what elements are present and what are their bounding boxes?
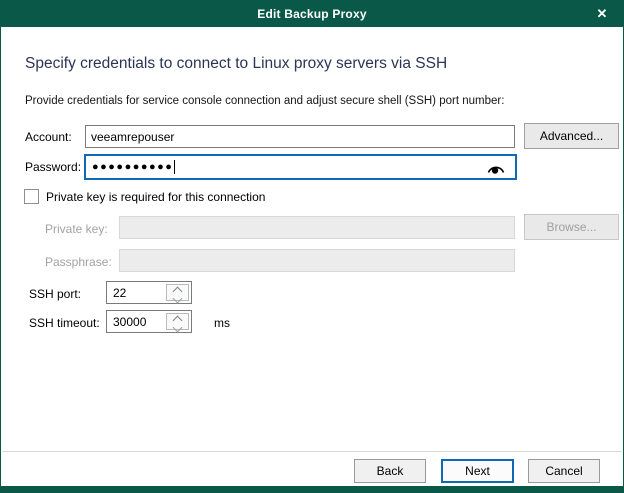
ssh-timeout-spinner	[166, 313, 189, 330]
ssh-timeout-spin-down-button[interactable]	[167, 324, 188, 334]
browse-button: Browse...	[524, 214, 619, 240]
private-key-label: Private key:	[45, 222, 108, 236]
chevron-down-icon	[173, 294, 183, 304]
ssh-port-spin-down-button[interactable]	[167, 295, 188, 305]
ssh-port-spinner	[166, 284, 189, 301]
close-icon: ✕	[597, 6, 608, 22]
ssh-timeout-label: SSH timeout:	[29, 316, 100, 330]
advanced-button[interactable]: Advanced...	[524, 123, 619, 149]
next-button[interactable]: Next	[441, 459, 514, 483]
titlebar: Edit Backup Proxy ✕	[1, 1, 623, 27]
instruction-text: Provide credentials for service console …	[25, 95, 504, 107]
cancel-button[interactable]: Cancel	[528, 459, 600, 483]
window-title: Edit Backup Proxy	[257, 7, 366, 21]
text-caret	[174, 160, 175, 174]
ssh-port-label: SSH port:	[29, 287, 81, 301]
private-key-checkbox[interactable]	[24, 189, 39, 204]
edit-backup-proxy-dialog: Edit Backup Proxy ✕ Specify credentials …	[0, 0, 624, 493]
chevron-down-icon	[173, 323, 183, 333]
ssh-timeout-value: 30000	[113, 315, 146, 329]
back-button[interactable]: Back	[354, 459, 426, 483]
account-label: Account:	[25, 130, 72, 144]
password-masked-value: ●●●●●●●●●●	[92, 162, 173, 173]
ssh-port-input[interactable]: 22	[106, 281, 192, 304]
private-key-input	[119, 216, 515, 239]
ms-unit-label: ms	[214, 316, 230, 330]
account-input[interactable]	[85, 125, 515, 148]
ssh-port-value: 22	[113, 286, 126, 300]
passphrase-input	[119, 249, 515, 272]
password-input[interactable]: ●●●●●●●●●●	[84, 154, 517, 180]
private-key-checkbox-label: Private key is required for this connect…	[46, 190, 265, 204]
reveal-password-icon[interactable]	[486, 161, 506, 180]
close-button[interactable]: ✕	[581, 1, 623, 27]
page-title: Specify credentials to connect to Linux …	[25, 55, 447, 73]
passphrase-label: Passphrase:	[45, 255, 112, 269]
ssh-timeout-input[interactable]: 30000	[106, 310, 192, 333]
footer-divider	[2, 451, 622, 452]
password-label: Password:	[25, 160, 81, 174]
footer-accent-strip	[1, 486, 623, 492]
